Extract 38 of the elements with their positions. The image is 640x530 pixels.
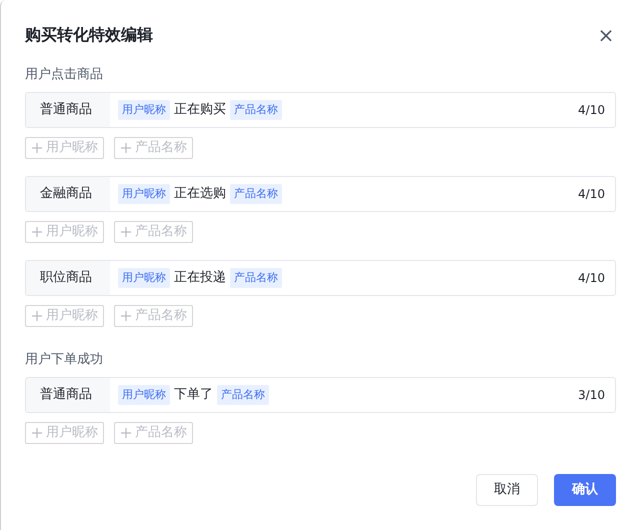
variable-tag: 产品名称	[217, 385, 269, 405]
template-field[interactable]: 普通商品 用户昵称 正在购买 产品名称 4/10	[25, 92, 616, 128]
section-label: 用户点击商品	[25, 66, 104, 84]
plus-icon	[31, 226, 43, 238]
category-label: 普通商品	[26, 378, 110, 412]
char-count: 4/10	[578, 186, 605, 203]
variable-tag: 用户昵称	[118, 268, 170, 288]
category-label: 普通商品	[26, 93, 110, 127]
close-button[interactable]: ×	[596, 25, 616, 45]
variable-tag: 用户昵称	[118, 184, 170, 204]
plus-icon	[120, 310, 132, 322]
variable-tag: 产品名称	[230, 184, 282, 204]
variable-tag: 用户昵称	[118, 100, 170, 120]
template-text: 正在购买	[174, 101, 226, 120]
category-label: 金融商品	[26, 177, 110, 211]
confirm-button[interactable]: 确认	[554, 474, 616, 506]
template-text: 正在选购	[174, 185, 226, 204]
plus-icon	[120, 427, 132, 439]
plus-icon	[31, 427, 43, 439]
char-count: 3/10	[578, 387, 605, 404]
cancel-button[interactable]: 取消	[476, 474, 538, 506]
plus-icon	[31, 310, 43, 322]
char-count: 4/10	[578, 270, 605, 287]
variable-tag: 用户昵称	[118, 385, 170, 405]
template-field[interactable]: 职位商品 用户昵称 正在投递 产品名称 4/10	[25, 260, 616, 296]
category-label: 职位商品	[26, 261, 110, 295]
template-field[interactable]: 金融商品 用户昵称 正在选购 产品名称 4/10	[25, 176, 616, 212]
dialog-title: 购买转化特效编辑	[25, 24, 153, 46]
plus-icon	[31, 142, 43, 154]
char-count: 4/10	[578, 102, 605, 119]
section-label: 用户下单成功	[25, 351, 104, 369]
template-field[interactable]: 普通商品 用户昵称 下单了 产品名称 3/10	[25, 377, 616, 413]
variable-tag: 产品名称	[230, 100, 282, 120]
variable-tag: 产品名称	[230, 268, 282, 288]
template-text: 正在投递	[174, 269, 226, 288]
plus-icon	[120, 142, 132, 154]
template-text: 下单了	[174, 386, 213, 404]
plus-icon	[120, 226, 132, 238]
